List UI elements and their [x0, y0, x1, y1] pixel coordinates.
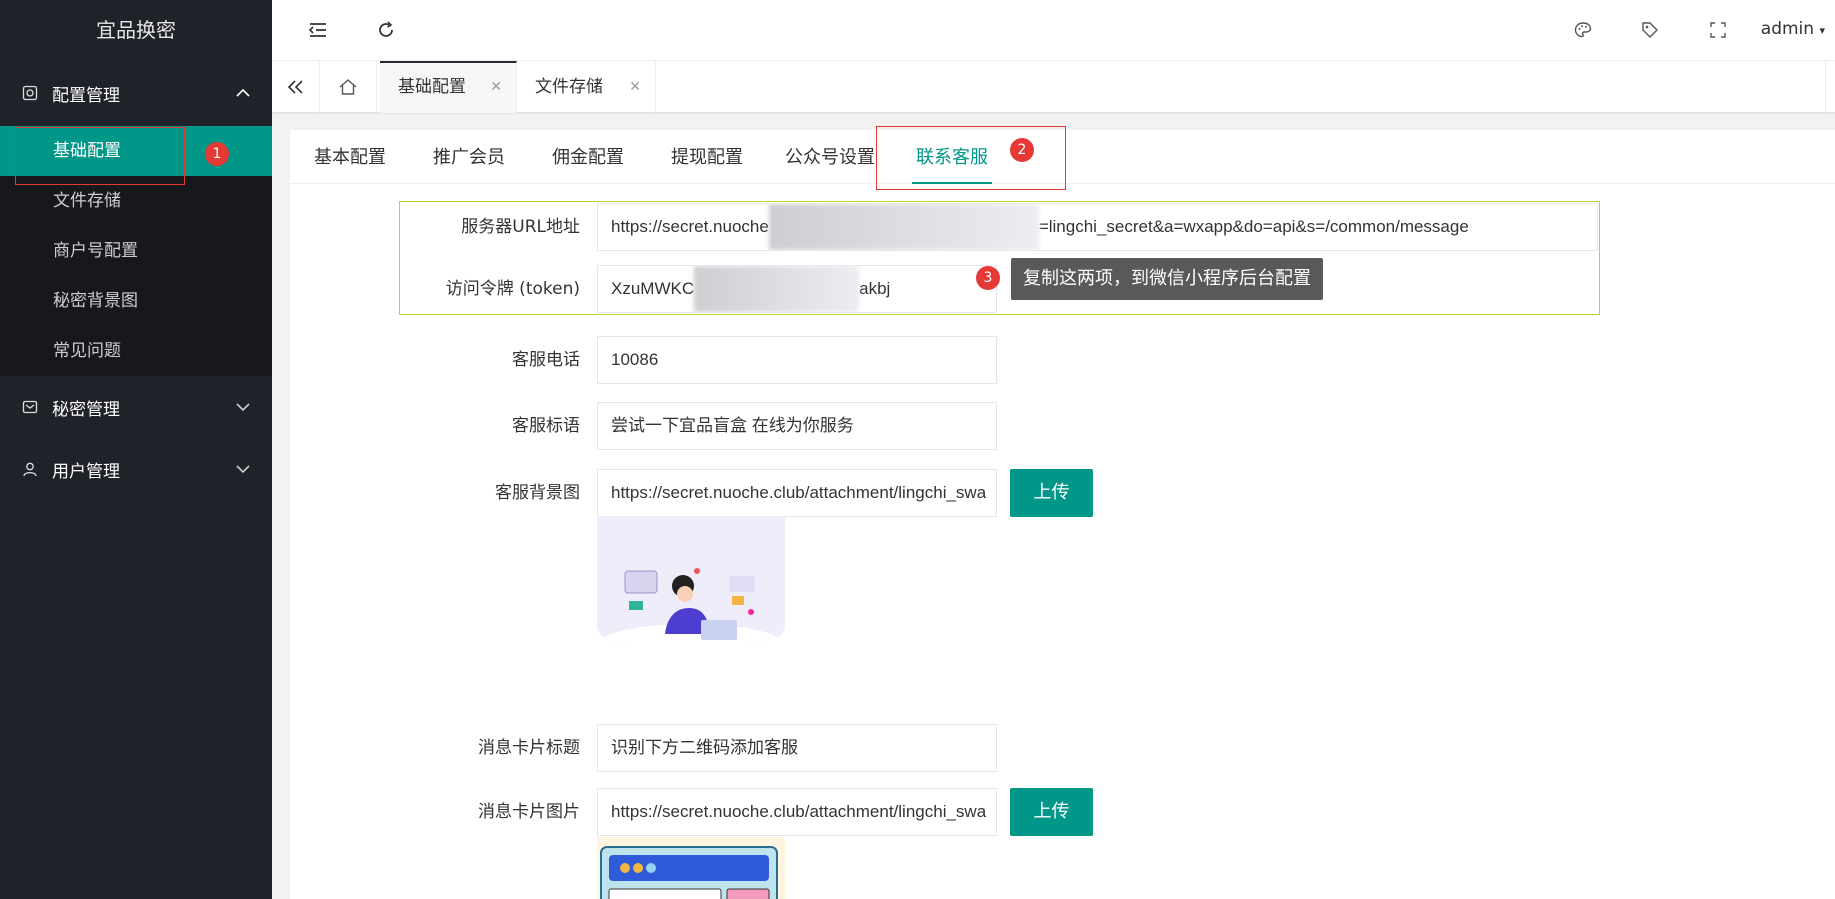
fullscreen-icon[interactable]: [1706, 18, 1730, 42]
annotation-box-1: [15, 127, 185, 185]
token-label: 访问令牌 (token): [445, 279, 580, 299]
settings-icon: [22, 85, 38, 101]
app-logo-title: 宜品换密: [0, 0, 272, 60]
slogan-input[interactable]: 尝试一下宜品盲盒 在线为你服务: [597, 402, 997, 450]
tab-label: 文件存储: [535, 77, 603, 97]
user-menu[interactable]: admin ▾: [1761, 19, 1825, 39]
menu-group-label: 用户管理: [52, 461, 120, 482]
tab-label: 基础配置: [398, 77, 466, 97]
form-row-card-title: 消息卡片标题 识别下方二维码添加客服: [290, 724, 1835, 772]
bg-image-label: 客服背景图: [495, 483, 580, 503]
subtab-official-account[interactable]: 公众号设置: [785, 130, 875, 184]
refresh-icon[interactable]: [374, 18, 398, 42]
phone-label: 客服电话: [512, 350, 580, 370]
bg-image-preview: [597, 516, 785, 646]
envelope-icon: [22, 399, 38, 415]
chevron-down-icon: [236, 397, 250, 417]
tab-bar: 基础配置 ✕ 文件存储 ✕: [272, 61, 1835, 113]
card-image-preview: [597, 837, 785, 899]
annotation-badge-3: 3: [976, 266, 1000, 290]
menu-group-users[interactable]: 用户管理: [0, 438, 272, 500]
main-content: 基本配置 推广会员 佣金配置 提现配置 公众号设置 联系客服 2 服务器URL地…: [290, 126, 1835, 899]
card-title-label: 消息卡片标题: [478, 738, 580, 758]
chevron-up-icon: [236, 83, 250, 103]
chevron-down-icon: [236, 459, 250, 479]
token-value-start: XzuMWKC: [611, 279, 695, 298]
subtab-basic[interactable]: 基本配置: [314, 130, 386, 184]
form-row-bg-image: 客服背景图 https://secret.nuoche.club/attachm…: [290, 469, 1835, 517]
tab-scroll-right[interactable]: [1825, 61, 1835, 113]
blurred-text: x: [694, 266, 860, 312]
annotation-badge-1: 1: [205, 142, 229, 166]
subtab-withdraw[interactable]: 提现配置: [671, 130, 743, 184]
bg-image-input[interactable]: https://secret.nuoche.club/attachment/li…: [597, 469, 997, 517]
server-url-value-start: https://secret.nuoche: [611, 217, 769, 236]
menu-group-config[interactable]: 配置管理: [0, 60, 272, 126]
subtab-promotion[interactable]: 推广会员: [433, 130, 505, 184]
blurred-text: x: [768, 204, 1039, 250]
upload-button[interactable]: 上传: [1010, 469, 1093, 517]
double-chevron-left-icon[interactable]: [272, 61, 320, 113]
sidebar-item-merchant-config[interactable]: 商户号配置: [0, 226, 272, 276]
close-icon[interactable]: ✕: [490, 63, 502, 111]
home-icon[interactable]: [320, 61, 377, 113]
form-row-server-url: 服务器URL地址 https://secret.nuochex=lingchi_…: [290, 203, 1835, 251]
theme-icon[interactable]: [1571, 18, 1595, 42]
card-image-input[interactable]: https://secret.nuoche.club/attachment/li…: [597, 788, 997, 836]
menu-fold-icon[interactable]: [306, 18, 330, 42]
top-header: admin ▾: [272, 0, 1835, 61]
form-row-phone: 客服电话 10086: [290, 336, 1835, 384]
tab-basic-config[interactable]: 基础配置 ✕: [380, 61, 517, 113]
annotation-tooltip: 复制这两项，到微信小程序后台配置: [1011, 258, 1323, 300]
token-input[interactable]: XzuMWKCxakbj: [597, 265, 997, 313]
form-row-slogan: 客服标语 尝试一下宜品盲盒 在线为你服务: [290, 402, 1835, 450]
phone-input[interactable]: 10086: [597, 336, 997, 384]
annotation-badge-2: 2: [1010, 138, 1034, 162]
tag-icon[interactable]: [1638, 18, 1662, 42]
user-icon: [22, 461, 38, 477]
annotation-box-2: [876, 126, 1066, 190]
server-url-value-end: =lingchi_secret&a=wxapp&do=api&s=/common…: [1038, 217, 1469, 236]
caret-down-icon: ▾: [1819, 24, 1825, 37]
tab-file-storage[interactable]: 文件存储 ✕: [517, 61, 656, 113]
slogan-label: 客服标语: [512, 416, 580, 436]
server-url-input[interactable]: https://secret.nuochex=lingchi_secret&a=…: [597, 203, 1598, 251]
token-value-end: akbj: [859, 279, 891, 298]
menu-group-secret[interactable]: 秘密管理: [0, 376, 272, 438]
upload-button[interactable]: 上传: [1010, 788, 1093, 836]
menu-group-label: 配置管理: [52, 85, 120, 106]
user-name: admin: [1760, 19, 1815, 39]
menu-group-label: 秘密管理: [52, 399, 120, 420]
server-url-label: 服务器URL地址: [461, 217, 580, 237]
close-icon[interactable]: ✕: [629, 61, 641, 113]
card-image-label: 消息卡片图片: [478, 802, 580, 822]
sidebar-item-faq[interactable]: 常见问题: [0, 326, 272, 376]
subtab-commission[interactable]: 佣金配置: [552, 130, 624, 184]
card-title-input[interactable]: 识别下方二维码添加客服: [597, 724, 997, 772]
form-row-card-image: 消息卡片图片 https://secret.nuoche.club/attach…: [290, 788, 1835, 836]
sidebar-item-secret-bg[interactable]: 秘密背景图: [0, 276, 272, 326]
